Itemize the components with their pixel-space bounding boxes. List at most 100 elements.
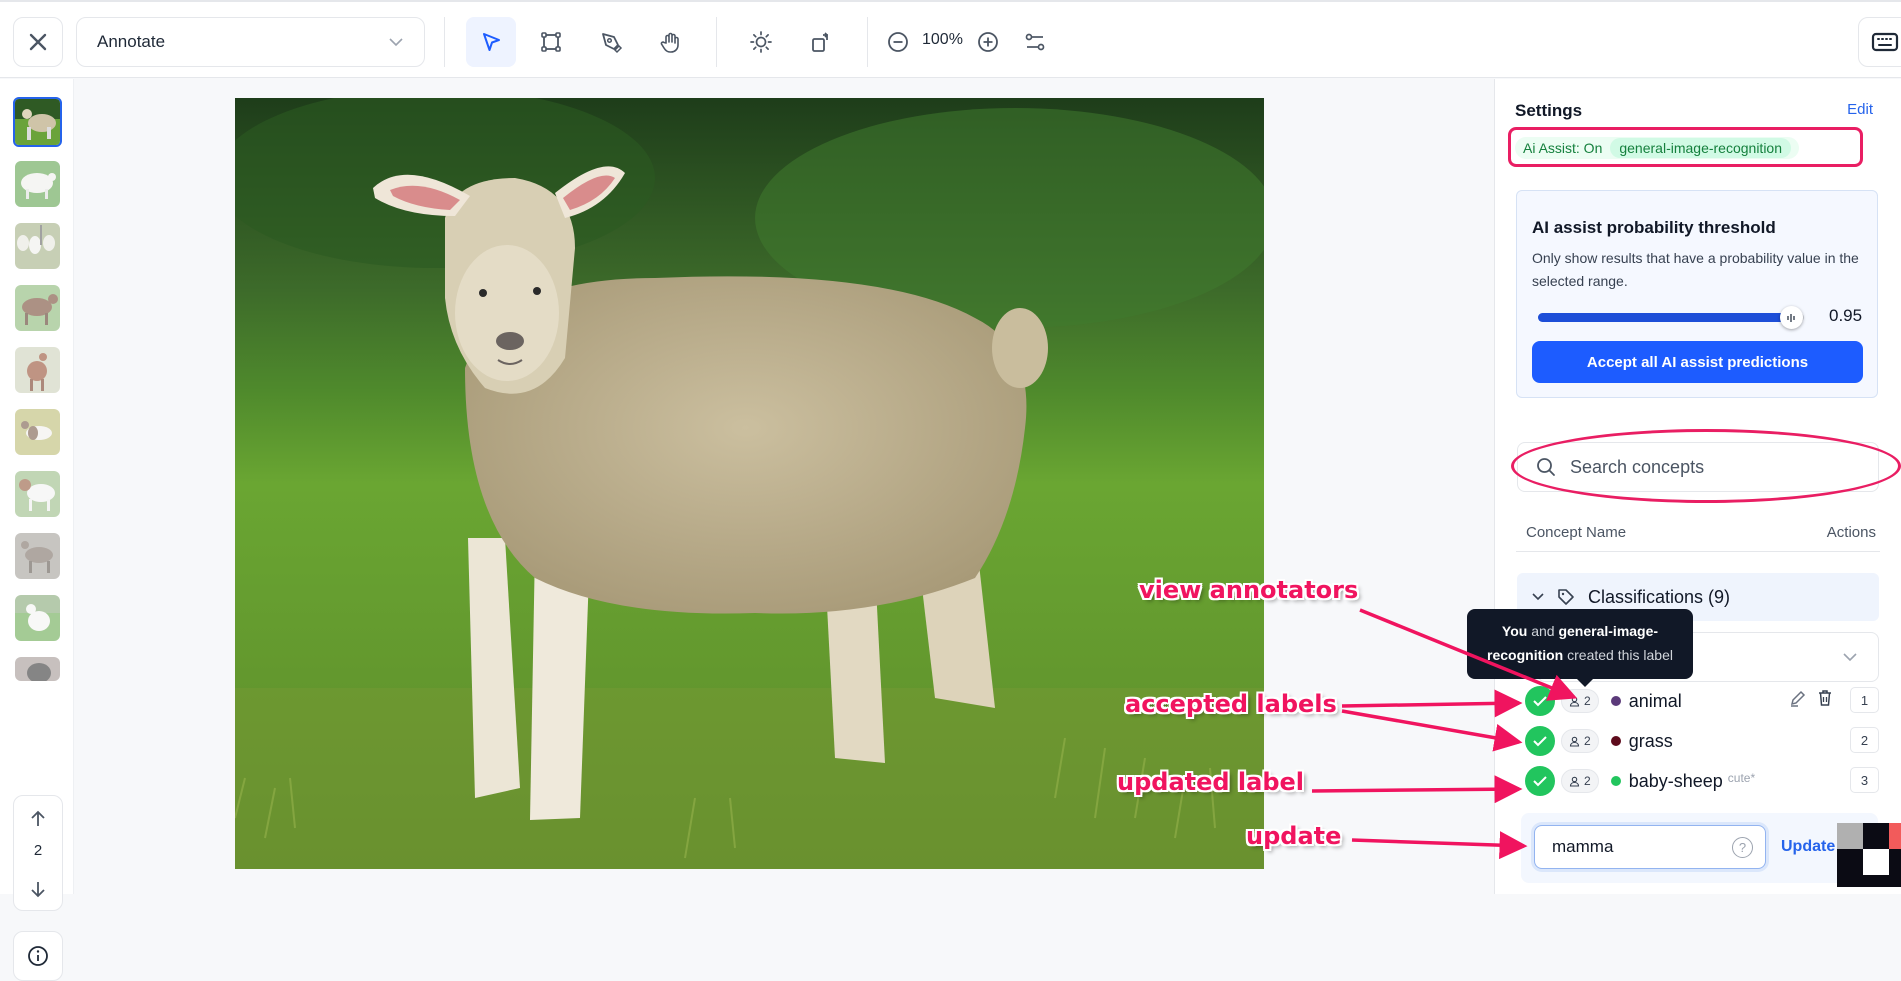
help-icon[interactable]: ? [1732, 837, 1753, 858]
thumbnail-boer-goat[interactable] [15, 471, 60, 517]
chevron-down-icon [1843, 653, 1857, 662]
previous-page-button[interactable] [14, 804, 62, 834]
thumbnail-sheep[interactable] [15, 161, 60, 207]
label-row[interactable]: 2 baby-sheep cute* 3 [1517, 763, 1879, 799]
threshold-value: 0.95 [1829, 306, 1863, 325]
thumbnail-grey-goat[interactable] [15, 533, 60, 579]
tooltip-and: and [1527, 623, 1559, 639]
hand-icon [660, 32, 679, 53]
minus-circle-icon [888, 32, 908, 52]
update-button[interactable]: Update [1781, 838, 1835, 856]
thumbnail-lamb[interactable] [13, 97, 62, 147]
slider-handle[interactable] [1779, 306, 1803, 329]
column-concept-name: Concept Name [1526, 524, 1627, 541]
accepted-check-icon[interactable] [1525, 726, 1555, 756]
classifications-label: Classifications (9) [1588, 586, 1731, 607]
tooltip-pointer [1577, 679, 1593, 687]
thumbnail-spotted-goat[interactable] [15, 409, 60, 455]
adjustments-button[interactable] [1010, 17, 1060, 67]
highlight-box [1508, 127, 1863, 167]
thumbnail-brown-goat[interactable] [15, 285, 60, 331]
annotators-badge[interactable]: 2 [1561, 769, 1599, 793]
edit-settings-link[interactable]: Edit [1847, 101, 1873, 118]
threshold-card: AI assist probability threshold Only sho… [1516, 190, 1878, 398]
callout-view-annotators: view annotators [1139, 576, 1359, 604]
chevron-down-icon [1532, 593, 1544, 601]
trash-icon[interactable] [1817, 689, 1833, 707]
mode-select-value: Annotate [97, 32, 166, 51]
label-color-dot [1610, 736, 1621, 746]
sliders-icon [1025, 33, 1045, 51]
update-input-value: mamma [1552, 837, 1614, 856]
label-row[interactable]: 2 grass 2 [1517, 723, 1879, 759]
label-name: grass [1628, 730, 1673, 751]
threshold-description: Only show results that have a probabilit… [1532, 250, 1859, 289]
mode-select[interactable]: Annotate [76, 17, 425, 67]
label-color-dot [1610, 696, 1621, 706]
thumbnail-strip: 2 [0, 79, 74, 981]
user-icon [1569, 696, 1580, 707]
toolbar: Annotate 100% [0, 0, 1901, 78]
keyboard-icon [1871, 32, 1899, 52]
annotators-tooltip: You and general-image-recognition create… [1467, 609, 1693, 687]
highlight-ellipse [1511, 429, 1901, 503]
info-button[interactable] [13, 931, 63, 981]
plus-circle-icon [978, 32, 998, 52]
shortcut-key: 2 [1850, 727, 1879, 753]
sun-icon [750, 31, 772, 53]
settings-title: Settings [1515, 101, 1583, 120]
threshold-title: AI assist probability threshold [1532, 218, 1776, 237]
callout-update: update [1246, 822, 1342, 850]
callout-updated-label: updated label [1117, 768, 1305, 796]
label-name: baby-sheep [1628, 770, 1723, 791]
next-page-button[interactable] [14, 874, 62, 904]
zoom-level: 100% [922, 31, 963, 48]
divider [444, 17, 445, 67]
settings-panel: Settings Edit Ai Assist: On general-imag… [1494, 79, 1901, 894]
cursor-arrow-icon [483, 33, 500, 51]
concept-table-header: Concept Name Actions [1526, 524, 1876, 541]
brightness-tool-button[interactable] [736, 17, 786, 67]
zoom-in-button[interactable] [965, 17, 1011, 67]
pen-tool-button[interactable] [586, 17, 636, 67]
annotators-badge[interactable]: 2 [1561, 689, 1599, 713]
accept-all-predictions-button[interactable]: Accept all AI assist predictions [1532, 341, 1863, 383]
divider [1516, 551, 1880, 552]
annotator-count: 2 [1584, 694, 1591, 708]
callout-accepted-labels: accepted labels [1125, 690, 1337, 718]
page-number: 2 [33, 842, 43, 859]
thumbnail-white-goat[interactable] [15, 595, 60, 641]
label-color-dot [1610, 776, 1621, 786]
slider-fill [1538, 313, 1791, 322]
tooltip-suffix: created this label [1563, 647, 1673, 663]
divider [867, 17, 868, 67]
arrow-up-icon [31, 810, 45, 826]
keyboard-shortcuts-button[interactable] [1858, 17, 1901, 67]
update-label-input[interactable]: mamma ? [1534, 825, 1766, 869]
image-lamb[interactable] [235, 98, 1264, 869]
edit-pencil-icon[interactable] [1789, 689, 1807, 707]
user-icon [1569, 736, 1580, 747]
threshold-slider[interactable] [1538, 306, 1804, 329]
arrow-down-icon [31, 882, 45, 898]
rotate-tool-button[interactable] [796, 17, 846, 67]
shortcut-key: 1 [1850, 687, 1879, 713]
accepted-check-icon[interactable] [1525, 766, 1555, 796]
label-row[interactable]: 2 animal 1 [1517, 683, 1879, 719]
pan-tool-button[interactable] [646, 17, 696, 67]
zoom-out-button[interactable] [875, 17, 921, 67]
select-tool-button[interactable] [466, 17, 516, 67]
tag-icon [1558, 589, 1574, 605]
accepted-check-icon[interactable] [1525, 686, 1555, 716]
thumbnail-black-goat[interactable] [15, 657, 60, 681]
bounding-box-tool-button[interactable] [526, 17, 576, 67]
update-label-form: mamma ? Update [1521, 813, 1878, 883]
label-note: cute* [1727, 771, 1756, 785]
column-actions: Actions [1826, 524, 1876, 541]
thumbnail-goat-standing[interactable] [15, 347, 60, 393]
tooltip-you: You [1501, 623, 1528, 639]
thumbnail-flock[interactable] [15, 223, 60, 269]
close-button[interactable] [13, 17, 63, 67]
label-name: animal [1628, 690, 1682, 711]
annotators-badge[interactable]: 2 [1561, 729, 1599, 753]
